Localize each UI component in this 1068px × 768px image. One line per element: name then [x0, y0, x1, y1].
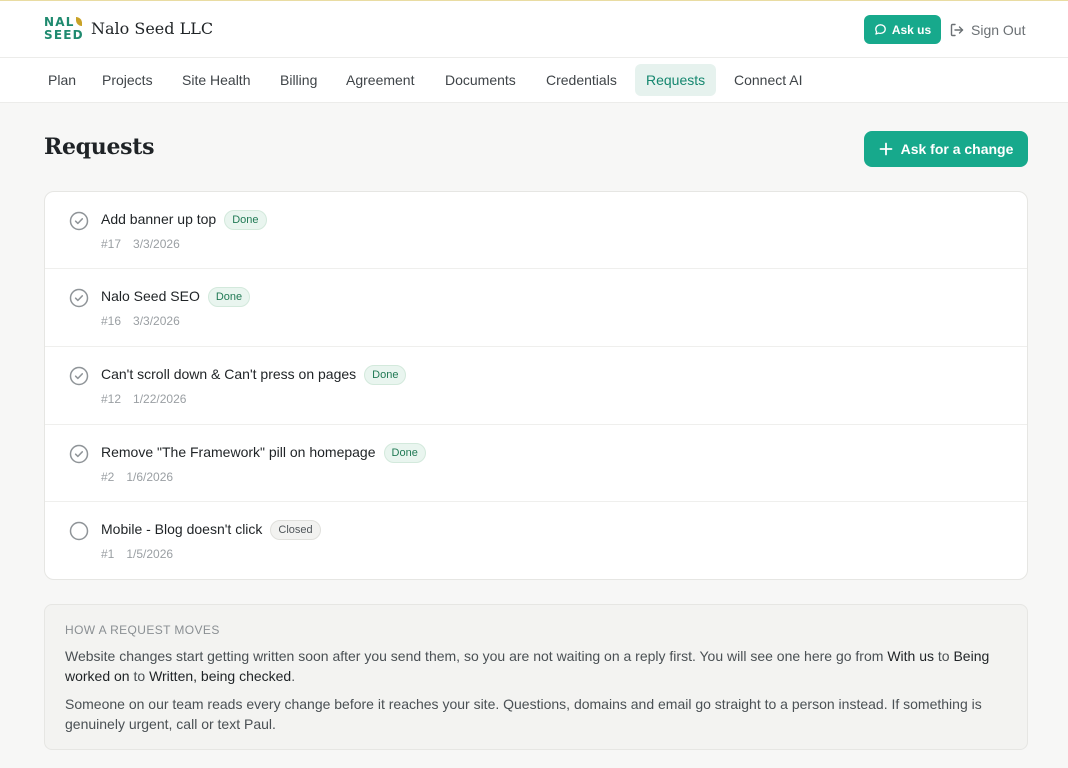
request-meta: #16 3/3/2026 — [101, 314, 180, 328]
ask-for-change-label: Ask for a change — [900, 141, 1014, 157]
tab-connect-ai[interactable]: Connect AI — [723, 64, 814, 96]
tab-projects[interactable]: Projects — [91, 64, 164, 96]
sign-out-icon — [950, 23, 964, 37]
brand-logo[interactable]: NAL SEED — [44, 15, 84, 44]
request-date: 1/5/2026 — [126, 547, 174, 561]
check-circle-icon — [69, 366, 89, 386]
info-text: to — [129, 668, 150, 684]
request-row[interactable]: Nalo Seed SEO Done #16 3/3/2026 — [45, 269, 1027, 347]
request-title: Nalo Seed SEO — [101, 288, 200, 304]
request-meta: #12 1/22/2026 — [101, 392, 186, 406]
request-meta: #1 1/5/2026 — [101, 547, 173, 561]
ask-for-change-button[interactable]: Ask for a change — [864, 131, 1028, 167]
request-number: #2 — [101, 470, 115, 484]
request-number: #16 — [101, 314, 122, 328]
info-text: to — [934, 648, 954, 664]
request-date: 1/22/2026 — [133, 392, 187, 406]
tab-billing[interactable]: Billing — [269, 64, 328, 96]
request-title-line: Remove "The Framework" pill on homepage D… — [101, 443, 426, 463]
chat-bubble-icon — [874, 24, 886, 35]
request-row[interactable]: Remove "The Framework" pill on homepage D… — [45, 425, 1027, 502]
info-paragraph-process: Website changes start getting written so… — [65, 646, 1010, 686]
request-row[interactable]: Add banner up top Done #17 3/3/2026 — [45, 192, 1027, 269]
tab-agreement[interactable]: Agreement — [335, 64, 425, 96]
tab-requests[interactable]: Requests — [635, 64, 717, 96]
request-title: Can't scroll down & Can't press on pages — [101, 366, 357, 382]
sign-out-label: Sign Out — [971, 22, 1026, 38]
empty-circle-icon — [69, 521, 89, 541]
request-date: 1/6/2026 — [126, 470, 174, 484]
info-heading: HOW A REQUEST MOVES — [65, 623, 220, 637]
ask-us-label: Ask us — [891, 22, 932, 37]
tab-site-health[interactable]: Site Health — [171, 64, 261, 96]
info-text: . — [291, 668, 296, 684]
stage-with-us: With us — [887, 648, 934, 664]
check-circle-icon — [69, 444, 89, 464]
request-row[interactable]: Mobile - Blog doesn't click Closed #1 1/5/… — [45, 502, 1027, 579]
leaf-icon — [75, 17, 82, 26]
request-number: #17 — [101, 237, 122, 251]
status-badge: Done — [383, 443, 426, 463]
request-title-line: Can't scroll down & Can't press on pages… — [101, 365, 407, 385]
request-number: #12 — [101, 392, 122, 406]
check-circle-icon — [69, 211, 89, 231]
request-date: 3/3/2026 — [133, 237, 180, 251]
request-process-info: HOW A REQUEST MOVES Website changes star… — [44, 604, 1028, 750]
company-name: Nalo Seed LLC — [91, 19, 214, 38]
main-nav: Plan Projects Site Health Billing Agreem… — [0, 58, 1068, 103]
tab-documents[interactable]: Documents — [434, 64, 527, 96]
page-title: Requests — [44, 134, 155, 160]
request-meta: #17 3/3/2026 — [101, 237, 180, 251]
request-date: 3/3/2026 — [133, 314, 180, 328]
info-text: Website changes start getting written so… — [65, 648, 888, 664]
request-title: Add banner up top — [101, 211, 217, 227]
plus-icon — [879, 142, 892, 156]
logo-text-bottom: SEED — [44, 28, 84, 42]
ask-us-button[interactable]: Ask us — [864, 15, 941, 44]
sign-out-button[interactable]: Sign Out — [949, 20, 1025, 40]
stage-written-being-checked: Written, being checked — [149, 668, 292, 684]
status-badge: Done — [207, 287, 251, 307]
status-badge: Done — [224, 210, 267, 230]
request-number: #1 — [101, 547, 115, 561]
info-paragraph-review: Someone on our team reads every change b… — [65, 696, 982, 732]
request-list: Add banner up top Done #17 3/3/2026 Nalo S… — [44, 191, 1028, 580]
status-badge: Closed — [270, 520, 321, 540]
request-title: Remove "The Framework" pill on homepage — [101, 444, 376, 460]
app-header: NAL SEED Nalo Seed LLC Ask us Sign Out — [0, 1, 1068, 58]
request-meta: #2 1/6/2026 — [101, 470, 173, 484]
check-circle-icon — [69, 288, 89, 308]
tab-credentials[interactable]: Credentials — [535, 64, 628, 96]
request-title-line: Add banner up top Done — [101, 210, 267, 230]
status-badge: Done — [364, 365, 407, 385]
request-title: Mobile - Blog doesn't click — [101, 521, 263, 537]
logo-text-top: NAL — [44, 15, 75, 29]
request-title-line: Nalo Seed SEO Done — [101, 287, 251, 307]
request-row[interactable]: Can't scroll down & Can't press on pages… — [45, 347, 1027, 425]
request-title-line: Mobile - Blog doesn't click Closed — [101, 520, 321, 540]
tab-plan[interactable]: Plan — [37, 64, 87, 96]
